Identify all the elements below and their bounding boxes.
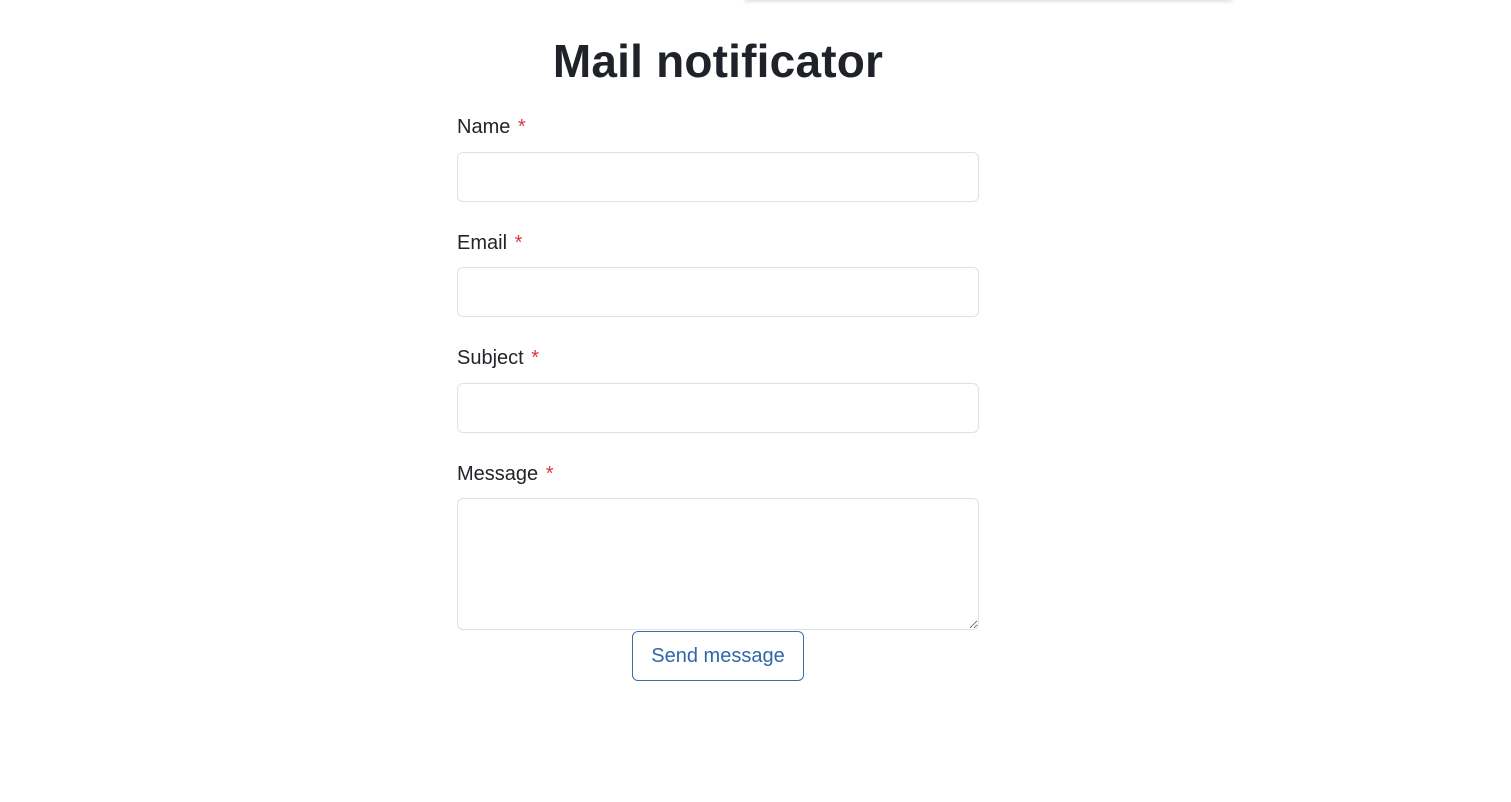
subject-label: Subject * — [457, 346, 539, 370]
required-marker: * — [545, 463, 554, 485]
page-title: Mail notificator — [552, 35, 884, 87]
name-label-text: Name — [457, 116, 511, 138]
required-marker: * — [531, 347, 540, 369]
message-label: Message * — [457, 462, 554, 486]
message-label-text: Message — [457, 463, 539, 485]
required-marker: * — [517, 116, 526, 138]
required-marker: * — [514, 232, 523, 254]
subject-label-text: Subject — [457, 347, 524, 369]
subject-input[interactable] — [457, 383, 979, 433]
email-label: Email * — [457, 231, 522, 255]
email-label-text: Email — [457, 232, 508, 254]
name-label: Name * — [457, 115, 526, 139]
message-textarea[interactable] — [457, 498, 979, 630]
name-input[interactable] — [457, 152, 979, 202]
email-input[interactable] — [457, 267, 979, 317]
send-message-button[interactable]: Send message — [632, 631, 804, 681]
